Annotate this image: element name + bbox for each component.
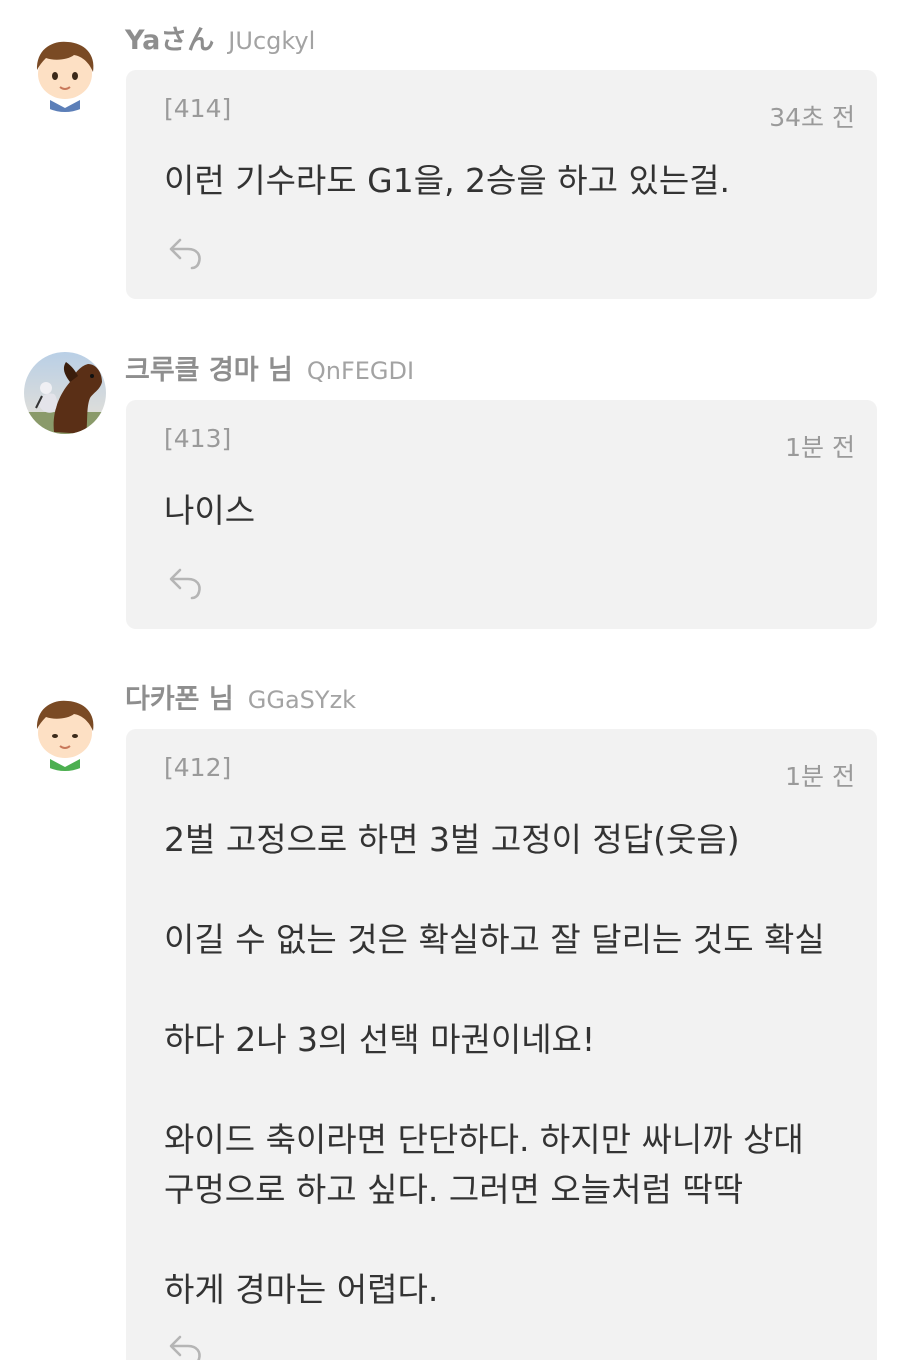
comment-item: 다카폰 님 GGaSYzk [412] 1분 전 2벌 고정으로 하면 3벌 고… [0, 677, 900, 1360]
author-name[interactable]: 크루클 경마 님 [125, 348, 293, 387]
reply-arrow-icon [169, 238, 201, 270]
comment-bubble: [412] 1분 전 2벌 고정으로 하면 3벌 고정이 정답(웃음) 이길 수… [126, 729, 877, 1360]
author-name[interactable]: Yaさん [125, 18, 214, 57]
reply-arrow-icon [169, 568, 201, 600]
comment-author-line: Yaさん JUcgkyl [125, 18, 315, 58]
user-avatar[interactable] [24, 689, 106, 771]
boy-avatar-icon [24, 30, 106, 112]
author-name[interactable]: 다카폰 님 [125, 677, 234, 716]
comment-author-line: 크루클 경마 님 QnFEGDI [125, 348, 414, 388]
post-timestamp: 1분 전 [785, 762, 855, 791]
comment-text: 2벌 고정으로 하면 3벌 고정이 정답(웃음) 이길 수 없는 것은 확실하고… [164, 820, 825, 1309]
reply-button[interactable] [166, 232, 206, 272]
user-avatar[interactable] [24, 352, 106, 434]
author-id: JUcgkyl [228, 27, 316, 55]
horse-photo-avatar [24, 352, 106, 434]
comment-feed: Yaさん JUcgkyl [414] 34초 전 이런 기수라도 G1을, 2승… [0, 0, 900, 1360]
comment-item: 크루클 경마 님 QnFEGDI [413] 1분 전 나이스 [0, 348, 900, 638]
user-avatar[interactable] [24, 30, 106, 112]
comment-text: 나이스 [164, 491, 256, 530]
boy-avatar-icon [24, 689, 106, 771]
post-number: [414] [164, 94, 232, 123]
post-timestamp: 34초 전 [769, 103, 855, 132]
reply-arrow-icon [169, 1335, 201, 1360]
comment-bubble: [414] 34초 전 이런 기수라도 G1을, 2승을 하고 있는걸. [126, 70, 877, 299]
comment-item: Yaさん JUcgkyl [414] 34초 전 이런 기수라도 G1을, 2승… [0, 18, 900, 308]
post-timestamp: 1분 전 [785, 433, 855, 462]
comment-bubble: [413] 1분 전 나이스 [126, 400, 877, 629]
author-id: QnFEGDI [306, 357, 415, 385]
reply-button[interactable] [166, 562, 206, 602]
comment-author-line: 다카폰 님 GGaSYzk [125, 677, 356, 717]
author-id: GGaSYzk [247, 686, 357, 714]
reply-button[interactable] [166, 1329, 206, 1360]
post-number: [413] [164, 424, 232, 453]
comment-text: 이런 기수라도 G1을, 2승을 하고 있는걸. [164, 161, 731, 200]
post-number: [412] [164, 753, 232, 782]
